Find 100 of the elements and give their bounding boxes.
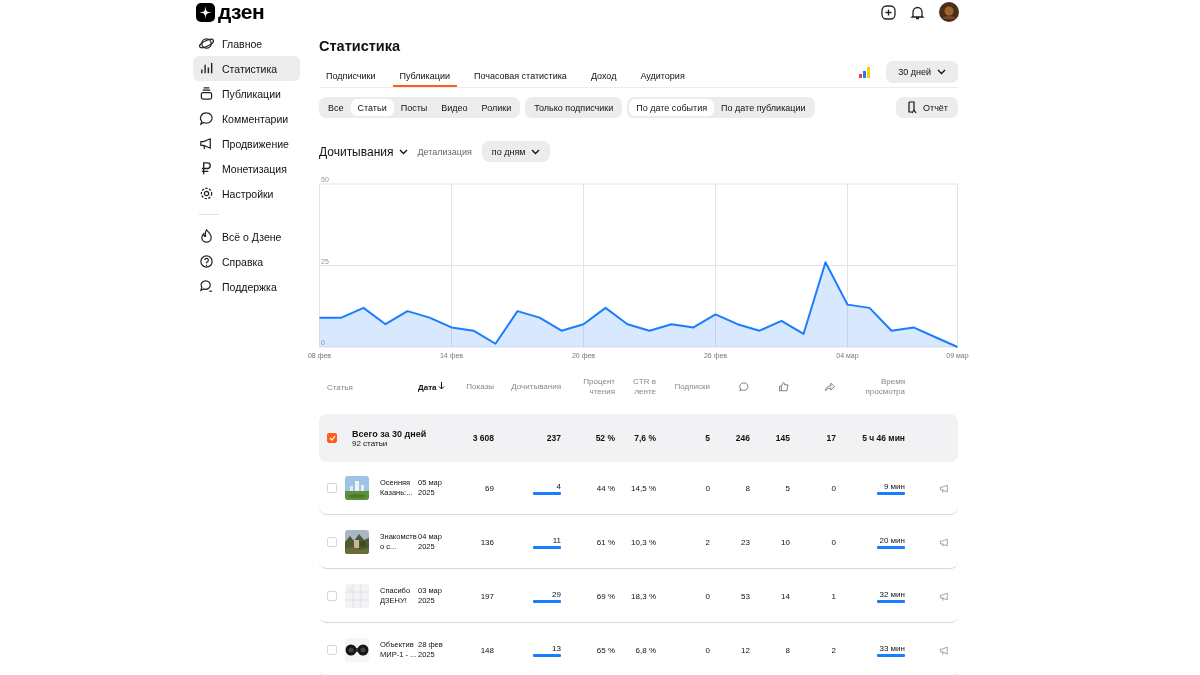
sidebar-item[interactable]: Продвижение: [193, 131, 300, 156]
megaphone-icon[interactable]: [939, 536, 950, 548]
table-cell: 33 мин: [879, 643, 905, 653]
filter-tab[interactable]: Видео: [434, 99, 475, 116]
table-cell-text: 8: [784, 645, 790, 655]
metric-dropdown[interactable]: Дочитывания: [319, 144, 408, 159]
bar-chart-icon[interactable]: [859, 66, 871, 78]
total-title: Всего за 30 дней: [352, 428, 428, 439]
table-cell-text: 0: [830, 483, 836, 493]
table-cell-text: 5 ч 46 мин: [861, 433, 905, 443]
sort-header[interactable]: Дата: [418, 382, 464, 392]
table-cell-text: 44 %: [595, 483, 615, 493]
filter-tab[interactable]: Все: [321, 99, 351, 116]
column-header: Показы: [466, 382, 494, 392]
detail-label: Детализация: [417, 146, 472, 157]
sidebar-item[interactable]: Монетизация: [193, 156, 300, 181]
avatar[interactable]: [939, 2, 959, 22]
reading-bar: [533, 545, 561, 549]
stack-icon: [199, 86, 214, 101]
thumbs-up-icon: [778, 381, 790, 393]
tab[interactable]: Подписчики: [319, 64, 383, 87]
ruble-icon: [199, 161, 214, 176]
table-cell-text: 0: [704, 483, 710, 493]
table-cell: 4: [556, 481, 561, 491]
table-cell-text: 197: [479, 591, 494, 601]
table-cell-text: 237: [545, 433, 561, 443]
table-cell-text: 0: [704, 645, 710, 655]
flame-icon: [199, 229, 214, 244]
table-cell: 20 мин: [879, 535, 905, 545]
detail-dropdown[interactable]: по дням: [481, 141, 551, 162]
tab[interactable]: Публикации: [392, 64, 457, 87]
sidebar-item[interactable]: Публикации: [193, 81, 300, 106]
megaphone-icon[interactable]: [939, 590, 950, 602]
table-cell-text: 0: [830, 537, 836, 547]
chevron-down-icon: [531, 148, 541, 155]
period-dropdown[interactable]: 30 дней: [886, 61, 958, 83]
reading-bar: [877, 491, 905, 495]
table-cell-text: 0: [704, 591, 710, 601]
page-title: Статистика: [319, 38, 402, 54]
table-cell: 9 мин: [883, 481, 905, 491]
chevron-down-icon: [398, 148, 408, 155]
table-cell-text: 65 %: [595, 645, 615, 655]
chat-icon: [199, 279, 214, 294]
plus-icon: [881, 4, 896, 20]
table-cell: 32 мин: [879, 589, 905, 599]
sidebar-item[interactable]: Главное: [193, 31, 300, 56]
column-header: CTR в ленте: [632, 377, 656, 397]
filter-tab[interactable]: Посты: [393, 99, 435, 116]
table-cell-text: 145: [774, 433, 790, 443]
date-mode-tab[interactable]: По дате события: [629, 99, 715, 116]
tab[interactable]: Аудитория: [633, 64, 692, 87]
add-button[interactable]: [881, 4, 896, 20]
reading-bar: [533, 653, 561, 657]
table-cell-text: 246: [734, 433, 750, 443]
reading-bar: [877, 653, 905, 657]
megaphone-icon[interactable]: [939, 644, 950, 656]
megaphone-icon: [199, 136, 214, 151]
table-cell-text: 69: [484, 483, 494, 493]
sidebar-item[interactable]: Поддержка: [193, 274, 300, 299]
table-cell-text: 136: [479, 537, 494, 547]
table-cell-text: 69 %: [595, 591, 615, 601]
total-subtitle: 92 статьи: [352, 438, 389, 448]
table-cell-text: 12: [740, 645, 750, 655]
logo-icon[interactable]: [196, 2, 215, 22]
sidebar-item[interactable]: Настройки: [193, 181, 300, 206]
date-mode-tab[interactable]: По дате публикации: [714, 99, 813, 116]
sidebar-item[interactable]: Статистика: [193, 56, 300, 81]
chevron-down-icon: [937, 69, 946, 75]
table-cell-text: 7,6 %: [633, 433, 656, 443]
table-cell-text: 52 %: [594, 433, 615, 443]
megaphone-icon[interactable]: [939, 482, 950, 494]
reading-bar: [533, 599, 561, 603]
table-cell-text: 3 608: [471, 433, 494, 443]
sidebar-item[interactable]: Справка: [193, 249, 300, 274]
settings-icon: [199, 186, 214, 201]
checkbox[interactable]: [327, 433, 337, 443]
report-button[interactable]: Отчёт: [896, 97, 958, 118]
table-cell-text: 2: [830, 645, 836, 655]
subscribers-toggle[interactable]: Только подписчики: [527, 99, 621, 116]
filter-tab[interactable]: Ролики: [474, 99, 519, 116]
table-cell-text: 14,5 %: [630, 483, 656, 493]
reading-bar: [877, 545, 905, 549]
tab[interactable]: Доход: [583, 64, 624, 87]
table-cell-text: 2: [704, 537, 710, 547]
table-cell-text: 17: [825, 433, 836, 443]
notifications-button[interactable]: [910, 4, 925, 20]
sidebar-item[interactable]: Комментарии: [193, 106, 300, 131]
table-cell-text: 148: [479, 645, 494, 655]
table-cell-text: 53: [740, 591, 750, 601]
table-cell-text: 10: [780, 537, 790, 547]
table-cell-text: 14: [780, 591, 790, 601]
logo-text[interactable]: дзен: [218, 0, 265, 24]
column-header: Подписки: [674, 382, 710, 392]
tab[interactable]: Почасовая статистика: [466, 64, 574, 87]
speech-bubble-icon: [199, 111, 214, 126]
filter-tab[interactable]: Статьи: [350, 99, 394, 116]
table-cell-text: 8: [744, 483, 750, 493]
sidebar-item[interactable]: Всё о Дзене: [193, 224, 300, 249]
table-cell: 11: [552, 535, 561, 545]
bell-icon: [910, 4, 925, 20]
